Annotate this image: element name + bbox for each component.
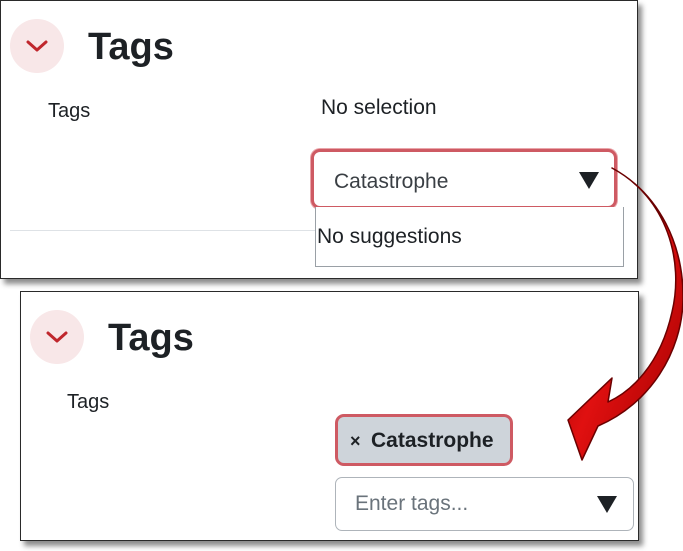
curved-arrow-icon bbox=[567, 167, 683, 461]
